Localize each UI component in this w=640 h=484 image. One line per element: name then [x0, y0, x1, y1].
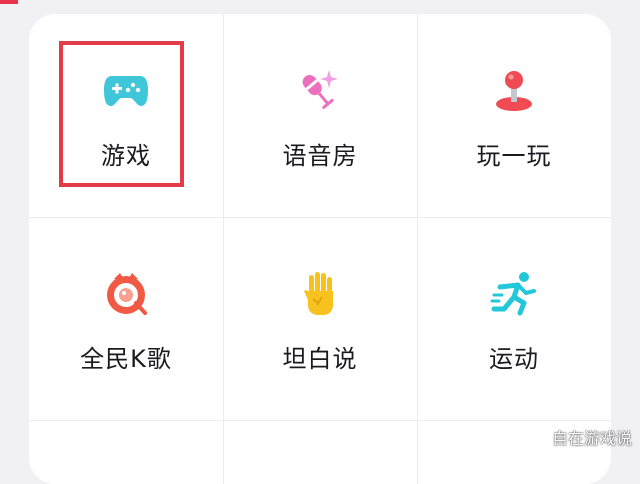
tile-sports[interactable]: 运动: [417, 217, 611, 420]
tile-label: 全民K歌: [80, 345, 172, 373]
tile-label: 坦白说: [282, 345, 358, 373]
grid-divider: [417, 14, 418, 484]
grid-divider: [29, 420, 611, 421]
tile-play[interactable]: 玩一玩: [417, 14, 611, 217]
hand-icon: [296, 269, 344, 317]
karaoke-icon: [102, 269, 150, 317]
microphone-icon: [296, 66, 344, 114]
gamepad-icon: [102, 66, 150, 114]
features-grid: 游戏 语音房 玩一玩 全民K歌 坦白说 运动: [29, 14, 611, 484]
grid-divider: [223, 14, 224, 484]
running-icon: [490, 269, 538, 317]
joystick-icon: [490, 66, 538, 114]
tile-karaoke[interactable]: 全民K歌: [29, 217, 223, 420]
tile-label: 游戏: [101, 142, 151, 170]
grid-divider: [29, 217, 611, 218]
accent-corner: [0, 0, 18, 4]
tile-games[interactable]: 游戏: [29, 14, 223, 217]
features-card: 游戏 语音房 玩一玩 全民K歌 坦白说 运动: [29, 14, 611, 484]
tile-label: 玩一玩: [476, 142, 552, 170]
tile-voice-room[interactable]: 语音房: [223, 14, 417, 217]
tile-confess[interactable]: 坦白说: [223, 217, 417, 420]
tile-label: 语音房: [282, 142, 358, 170]
watermark: 自在游戏说: [551, 429, 632, 448]
tile-label: 运动: [489, 345, 539, 373]
